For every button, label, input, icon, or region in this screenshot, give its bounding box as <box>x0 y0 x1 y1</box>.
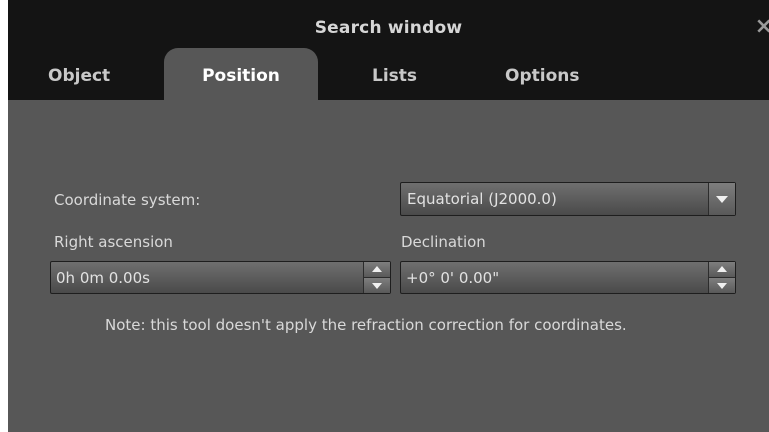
declination-value: +0° 0' 0.00" <box>406 269 500 287</box>
tab-lists[interactable]: Lists <box>372 56 417 100</box>
right-ascension-label: Right ascension <box>54 233 173 251</box>
declination-spinbox[interactable]: +0° 0' 0.00" <box>400 261 736 294</box>
coordinate-system-select[interactable]: Equatorial (J2000.0) <box>400 182 736 216</box>
right-ascension-spin-buttons <box>363 262 390 293</box>
declination-label: Declination <box>401 233 486 251</box>
right-ascension-value: 0h 0m 0.00s <box>56 269 150 287</box>
right-ascension-increment-button[interactable] <box>364 262 390 278</box>
arrow-down-icon <box>717 283 727 289</box>
tab-position[interactable]: Position <box>164 48 318 100</box>
arrow-down-icon <box>372 283 382 289</box>
right-ascension-spinbox[interactable]: 0h 0m 0.00s <box>50 261 391 294</box>
chevron-down-icon <box>716 196 728 203</box>
close-icon[interactable]: × <box>755 14 769 39</box>
coordinate-system-label: Coordinate system: <box>54 191 201 209</box>
declination-spin-buttons <box>708 262 735 293</box>
tab-object[interactable]: Object <box>48 56 110 100</box>
dropdown-button[interactable] <box>708 183 735 215</box>
coordinate-system-value: Equatorial (J2000.0) <box>407 190 557 208</box>
search-window: Search window × Object Position Lists Op… <box>8 0 769 432</box>
refraction-note: Note: this tool doesn't apply the refrac… <box>105 316 627 334</box>
arrow-up-icon <box>372 266 382 272</box>
window-title: Search window <box>314 18 463 38</box>
right-ascension-decrement-button[interactable] <box>364 278 390 293</box>
tab-bar: Object Position Lists Options <box>8 48 769 100</box>
title-bar[interactable]: Search window × <box>8 0 769 56</box>
arrow-up-icon <box>717 266 727 272</box>
tab-options[interactable]: Options <box>505 56 579 100</box>
declination-decrement-button[interactable] <box>709 278 735 293</box>
declination-increment-button[interactable] <box>709 262 735 278</box>
